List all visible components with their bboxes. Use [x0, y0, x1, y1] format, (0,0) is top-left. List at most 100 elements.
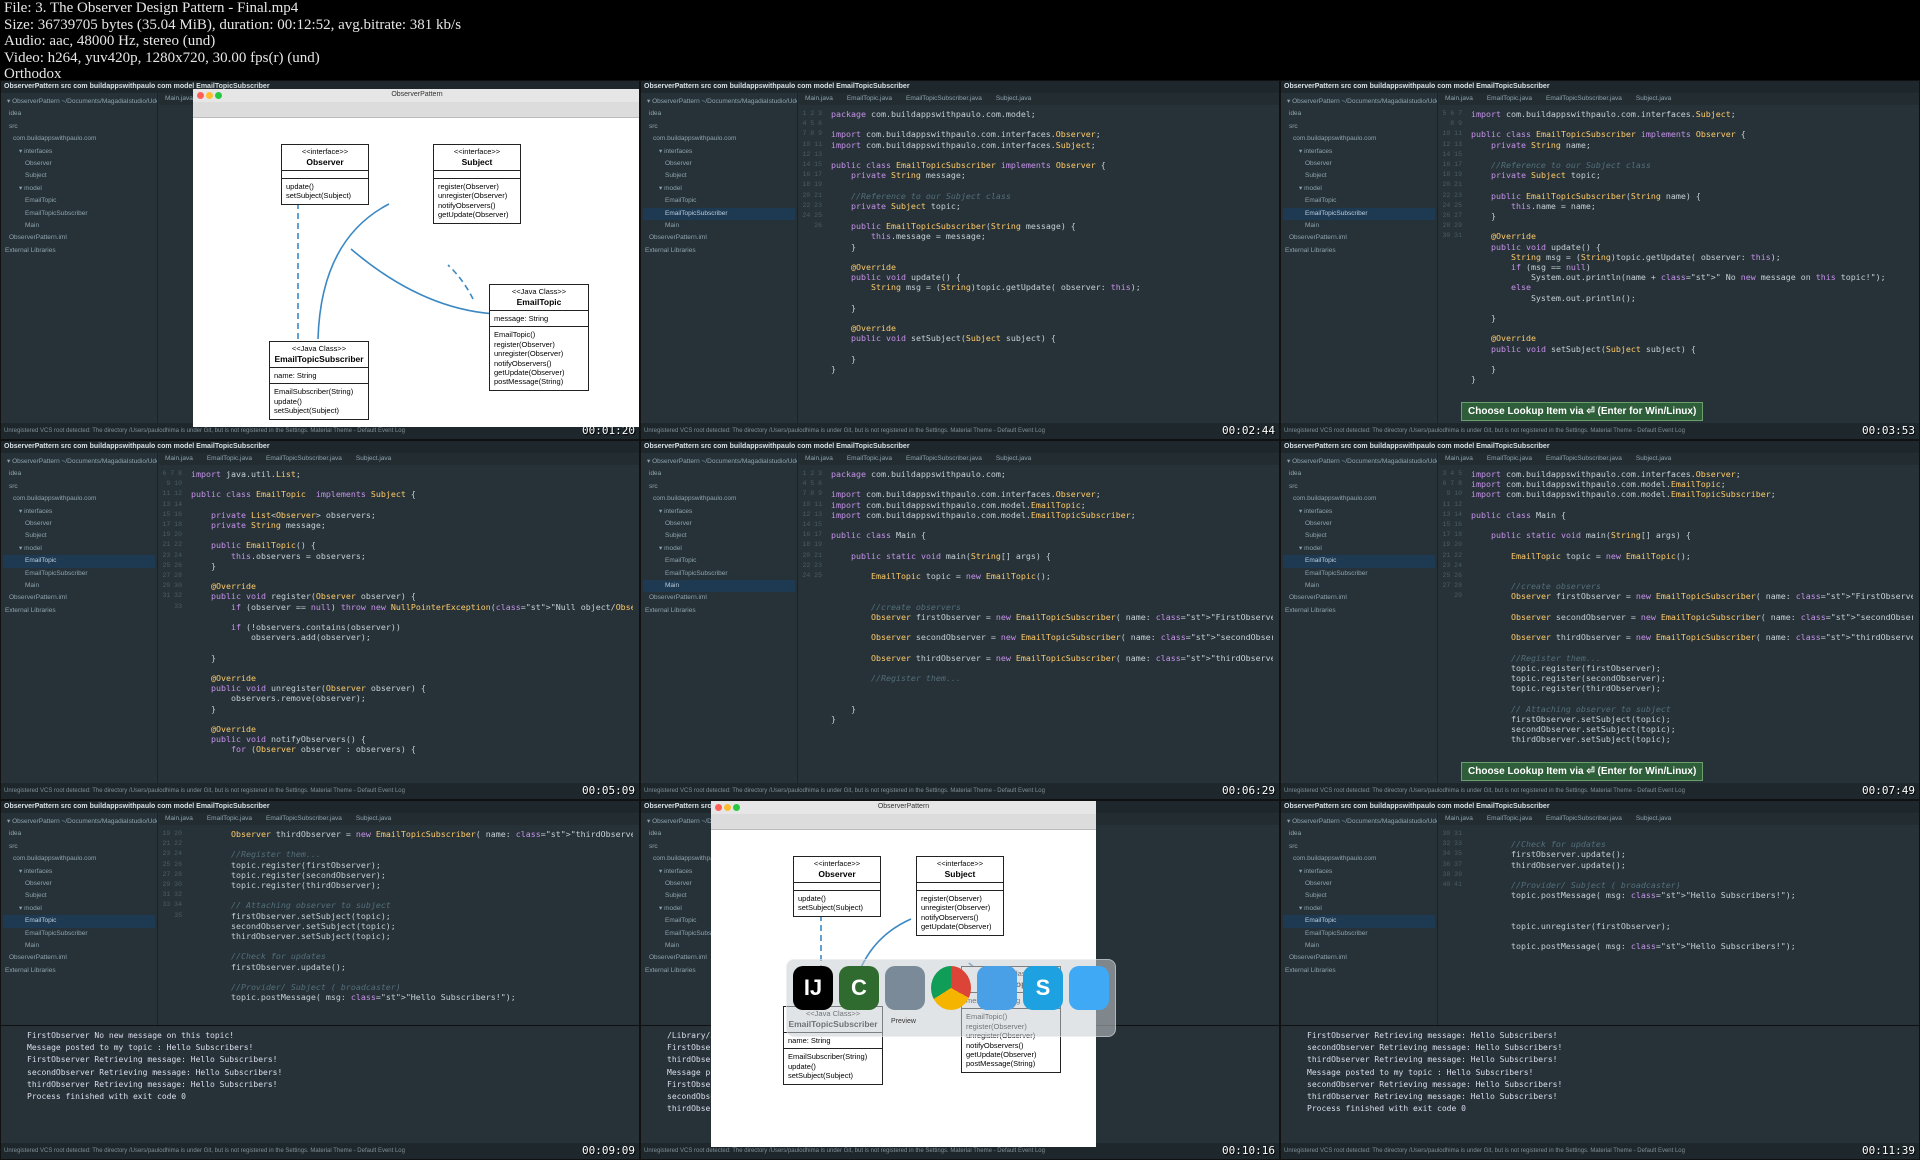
code-editor[interactable]: import com.buildappswithpaulo.com.interf…: [1471, 105, 1913, 423]
tree-item[interactable]: ▾ interfaces: [1283, 866, 1435, 878]
tree-item[interactable]: EmailTopic: [1283, 555, 1435, 568]
editor-tab[interactable]: EmailTopic.java: [1487, 455, 1532, 462]
tree-item[interactable]: src: [1283, 841, 1435, 853]
code-editor[interactable]: package com.buildappswithpaulo.com; impo…: [831, 465, 1273, 783]
project-tree[interactable]: ▾ ObserverPattern ~/Documents/MagadiaIst…: [1, 93, 158, 423]
code-editor[interactable]: //Check for updates firstObserver.update…: [1471, 825, 1913, 1023]
tree-item[interactable]: ▾ model: [1283, 903, 1435, 915]
editor-tab[interactable]: EmailTopic.java: [207, 455, 252, 462]
tree-item[interactable]: External Libraries: [643, 605, 795, 617]
tree-item[interactable]: Subject: [3, 890, 155, 902]
tree-item[interactable]: EmailTopic: [643, 555, 795, 567]
editor-tab[interactable]: Subject.java: [356, 815, 391, 822]
tree-item[interactable]: ▾ model: [643, 543, 795, 555]
tree-item[interactable]: Main: [643, 580, 795, 593]
tree-item[interactable]: Main: [3, 940, 155, 952]
tree-item[interactable]: src: [3, 481, 155, 493]
tree-item[interactable]: EmailTopic: [1283, 195, 1435, 207]
editor-tab[interactable]: Subject.java: [356, 455, 391, 462]
tree-item[interactable]: ObserverPattern.iml: [1283, 952, 1435, 964]
tree-item[interactable]: Observer: [1283, 878, 1435, 890]
editor-tabs[interactable]: Main.java EmailTopic.java EmailTopicSubscr…: [799, 93, 1279, 105]
tree-item[interactable]: EmailTopic: [3, 915, 155, 928]
tree-item[interactable]: Observer: [3, 158, 155, 170]
tree-item[interactable]: Observer: [1283, 518, 1435, 530]
project-tree[interactable]: ▾ ObserverPattern ~/Documents/MagadiaIst…: [1281, 93, 1438, 423]
tree-item[interactable]: External Libraries: [1283, 245, 1435, 257]
tree-item[interactable]: ▾ ObserverPattern ~/Documents/MagadiaIst…: [3, 96, 157, 108]
tree-item[interactable]: ObserverPattern.iml: [3, 952, 155, 964]
editor-tab[interactable]: Subject.java: [1636, 815, 1671, 822]
tree-item[interactable]: ObserverPattern.iml: [1283, 232, 1435, 244]
tree-item[interactable]: EmailTopic: [3, 555, 155, 568]
tree-item[interactable]: EmailTopicSubscriber: [1283, 207, 1435, 221]
code-editor[interactable]: Observer thirdObserver = new EmailTopicS…: [191, 825, 633, 1023]
tree-item[interactable]: ObserverPattern.iml: [643, 232, 795, 244]
code-editor[interactable]: package com.buildappswithpaulo.com.model…: [831, 105, 1273, 423]
tree-item[interactable]: ▾ interfaces: [1283, 506, 1435, 518]
tree-item[interactable]: Main: [3, 220, 155, 232]
tree-item[interactable]: src: [1283, 121, 1435, 133]
tree-item[interactable]: ▾ model: [3, 903, 155, 915]
editor-tabs[interactable]: Main.java EmailTopic.java EmailTopicSubscr…: [1439, 453, 1919, 465]
tree-item[interactable]: ▾ interfaces: [3, 146, 155, 158]
tree-item[interactable]: Observer: [643, 158, 795, 170]
editor-tab[interactable]: EmailTopic.java: [847, 455, 892, 462]
tree-item[interactable]: ▾ model: [3, 183, 155, 195]
tree-item[interactable]: Subject: [3, 170, 155, 182]
tree-item[interactable]: EmailTopicSubscriber: [643, 568, 795, 580]
tree-item[interactable]: com.buildappswithpaulo.com: [1283, 853, 1435, 865]
editor-tab[interactable]: Subject.java: [996, 95, 1031, 102]
editor-tab[interactable]: Main.java: [1445, 815, 1473, 822]
tree-item[interactable]: ▾ interfaces: [3, 506, 155, 518]
editor-tab[interactable]: EmailTopicSubscriber.java: [1546, 455, 1622, 462]
tree-item[interactable]: ▾ ObserverPattern ~/Documents/MagadiaIst…: [3, 816, 157, 828]
tree-item[interactable]: idea: [1283, 828, 1435, 840]
code-editor[interactable]: import com.buildappswithpaulo.com.interf…: [1471, 465, 1913, 783]
tree-item[interactable]: External Libraries: [3, 965, 155, 977]
tree-item[interactable]: Observer: [1283, 158, 1435, 170]
tree-item[interactable]: idea: [3, 828, 155, 840]
tree-item[interactable]: com.buildappswithpaulo.com: [643, 133, 795, 145]
tree-item[interactable]: com.buildappswithpaulo.com: [3, 493, 155, 505]
tree-item[interactable]: ▾ interfaces: [643, 146, 795, 158]
messages-icon[interactable]: [1069, 966, 1109, 1010]
tree-item[interactable]: src: [643, 121, 795, 133]
skype-icon[interactable]: S: [1023, 966, 1063, 1010]
tree-item[interactable]: EmailTopic: [1283, 915, 1435, 928]
tree-item[interactable]: Main: [643, 220, 795, 232]
tree-item[interactable]: Main: [1283, 580, 1435, 592]
project-tree[interactable]: ▾ ObserverPattern ~/Documents/MagadiaIst…: [641, 93, 798, 423]
editor-tabs[interactable]: Main.java EmailTopic.java EmailTopicSubscr…: [159, 813, 639, 825]
tree-item[interactable]: ObserverPattern.iml: [3, 592, 155, 604]
editor-tab[interactable]: Main.java: [165, 455, 193, 462]
tree-item[interactable]: Subject: [1283, 890, 1435, 902]
tree-item[interactable]: Subject: [1283, 170, 1435, 182]
editor-tab[interactable]: EmailTopic.java: [847, 95, 892, 102]
tree-item[interactable]: Subject: [1283, 530, 1435, 542]
editor-tab[interactable]: Main.java: [165, 815, 193, 822]
tree-item[interactable]: com.buildappswithpaulo.com: [643, 493, 795, 505]
tree-item[interactable]: EmailTopicSubscriber: [643, 207, 795, 221]
tree-item[interactable]: ▾ interfaces: [1283, 146, 1435, 158]
tree-item[interactable]: Subject: [643, 530, 795, 542]
tree-item[interactable]: ▾ ObserverPattern ~/Documents/MagadiaIst…: [643, 456, 797, 468]
editor-tab[interactable]: Subject.java: [1636, 455, 1671, 462]
tree-item[interactable]: ▾ model: [3, 543, 155, 555]
editor-tabs[interactable]: Main.java EmailTopic.java EmailTopicSubscr…: [799, 453, 1279, 465]
preview-icon[interactable]: [885, 966, 925, 1010]
editor-tab[interactable]: EmailTopicSubscriber.java: [906, 455, 982, 462]
tree-item[interactable]: EmailTopic: [643, 195, 795, 207]
editor-tab[interactable]: EmailTopic.java: [1487, 95, 1532, 102]
tree-item[interactable]: idea: [643, 108, 795, 120]
finder-icon[interactable]: [977, 966, 1017, 1010]
tree-item[interactable]: idea: [1283, 468, 1435, 480]
editor-tab[interactable]: Subject.java: [996, 455, 1031, 462]
tree-item[interactable]: External Libraries: [1283, 605, 1435, 617]
tree-item[interactable]: EmailTopicSubscriber: [3, 928, 155, 940]
tree-item[interactable]: ▾ ObserverPattern ~/Documents/MagadiaIst…: [3, 456, 157, 468]
tree-item[interactable]: EmailTopicSubscriber: [1283, 568, 1435, 580]
editor-tabs[interactable]: Main.java EmailTopic.java EmailTopicSubscr…: [1439, 93, 1919, 105]
editor-tab[interactable]: Subject.java: [1636, 95, 1671, 102]
tree-item[interactable]: EmailTopicSubscriber: [3, 568, 155, 580]
